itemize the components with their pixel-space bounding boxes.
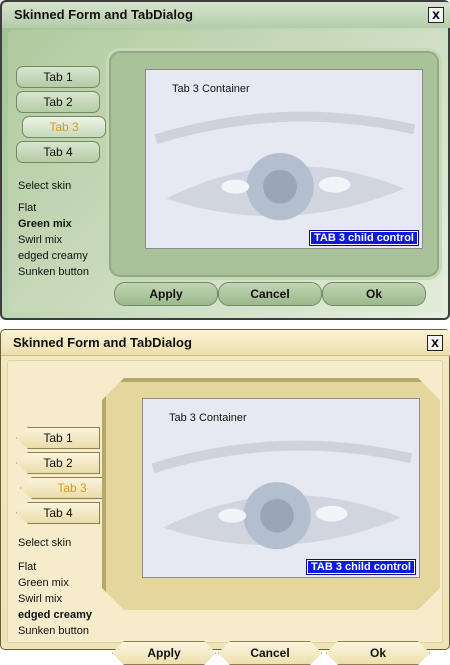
tab-page-panel: Tab 3 Container TAB 3 child control [106, 48, 442, 280]
skin-option-edged-creamy[interactable]: edged creamy [18, 248, 89, 264]
select-skin-label: Select skin [18, 180, 72, 192]
tab-2[interactable]: Tab 2 [16, 452, 100, 474]
container-label: Tab 3 Container [172, 83, 250, 95]
tab-page-panel: Tab 3 Container TAB 3 child control [102, 378, 440, 610]
tab-1[interactable]: Tab 1 [16, 66, 100, 88]
skin-list: Flat Green mix Swirl mix edged creamy Su… [18, 200, 89, 280]
skin-option-edged-creamy[interactable]: edged creamy [18, 607, 92, 623]
close-icon[interactable]: x [428, 7, 444, 23]
apply-button[interactable]: Apply [112, 641, 216, 665]
title-bar[interactable]: Skinned Form and TabDialog x [2, 2, 450, 28]
select-skin-label: Select skin [18, 537, 72, 549]
title-bar[interactable]: Skinned Form and TabDialog x [1, 330, 450, 356]
skin-option-swirl-mix[interactable]: Swirl mix [18, 232, 89, 248]
window-title: Skinned Form and TabDialog [13, 335, 192, 350]
tab-3-child-control[interactable]: TAB 3 child control [305, 559, 417, 575]
window-title: Skinned Form and TabDialog [14, 7, 193, 22]
tab-container: Tab 3 Container TAB 3 child control [142, 398, 420, 578]
skin-list: Flat Green mix Swirl mix edged creamy Su… [18, 559, 92, 639]
window-client-area: Tab 1 Tab 2 Tab 3 Tab 4 Select skin Flat… [7, 360, 443, 643]
window-client-area: Tab 1 Tab 2 Tab 3 Tab 4 Select skin Flat… [8, 30, 442, 312]
tab-2[interactable]: Tab 2 [16, 91, 100, 113]
tab-3-child-control[interactable]: TAB 3 child control [308, 230, 420, 246]
cancel-button[interactable]: Cancel [218, 282, 322, 306]
skin-option-flat[interactable]: Flat [18, 200, 89, 216]
close-icon[interactable]: x [427, 335, 443, 351]
skin-option-green-mix[interactable]: Green mix [18, 575, 92, 591]
ok-button[interactable]: Ok [322, 282, 426, 306]
tab-4[interactable]: Tab 4 [16, 141, 100, 163]
tab-container: Tab 3 Container TAB 3 child control [145, 69, 423, 249]
ok-button[interactable]: Ok [326, 641, 430, 665]
apply-button[interactable]: Apply [114, 282, 218, 306]
skin-option-flat[interactable]: Flat [18, 559, 92, 575]
skin-option-swirl-mix[interactable]: Swirl mix [18, 591, 92, 607]
skin-option-sunken-button[interactable]: Sunken button [18, 623, 92, 639]
container-label: Tab 3 Container [169, 412, 247, 424]
tab-4[interactable]: Tab 4 [16, 502, 100, 524]
eye-photo [146, 70, 422, 248]
tab-3[interactable]: Tab 3 [22, 116, 106, 138]
eye-photo [143, 399, 419, 577]
skin-option-sunken-button[interactable]: Sunken button [18, 264, 89, 280]
dialog-window-creamy: Skinned Form and TabDialog x Tab 1 Tab 2… [0, 329, 450, 650]
tab-1[interactable]: Tab 1 [16, 427, 100, 449]
dialog-window-green: Skinned Form and TabDialog x Tab 1 Tab 2… [0, 0, 450, 320]
skin-option-green-mix[interactable]: Green mix [18, 216, 89, 232]
cancel-button[interactable]: Cancel [218, 641, 322, 665]
